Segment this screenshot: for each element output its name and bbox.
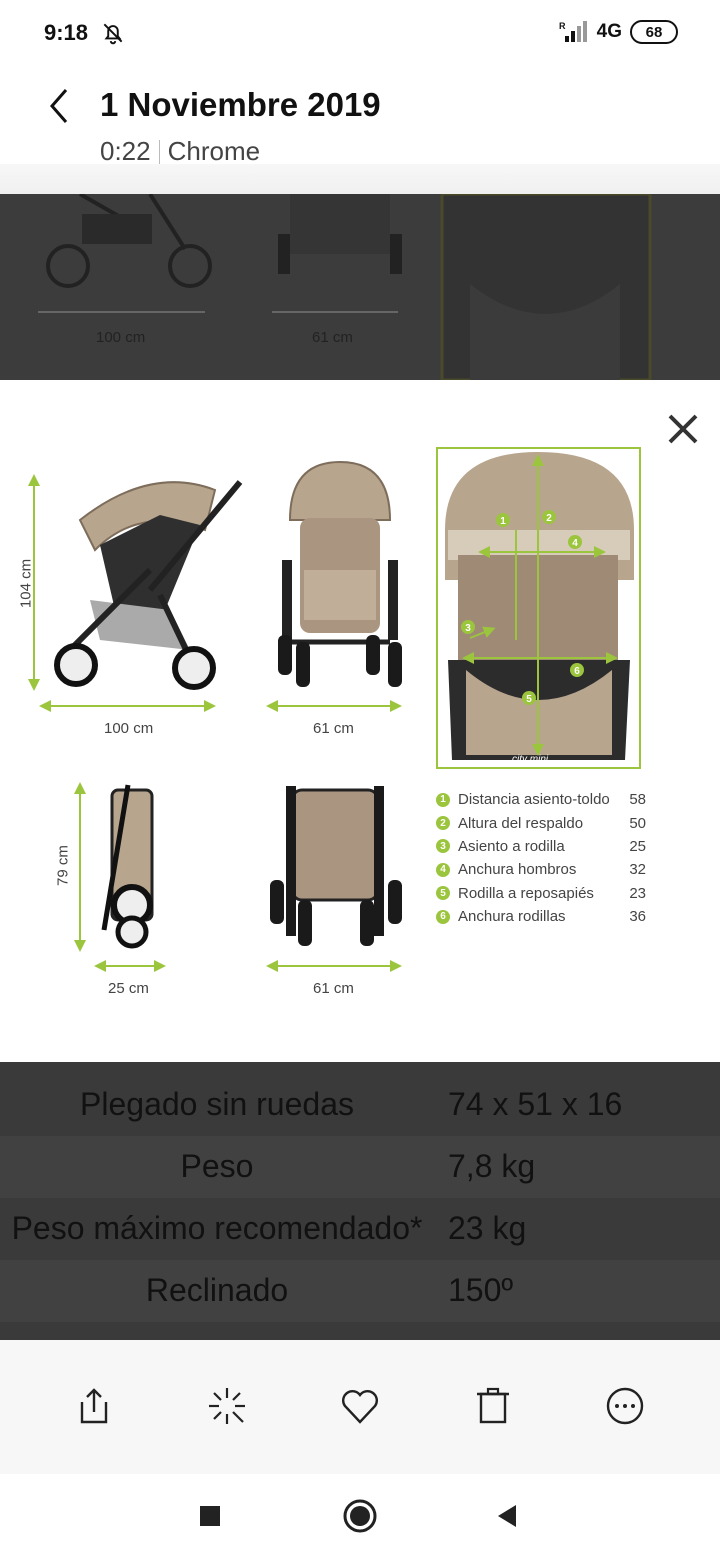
legend-label: Anchura hombros [458,861,577,879]
page-subtitle: 0:22 Chrome [100,136,260,167]
legend-value: 25 [629,837,646,855]
page-title: 1 Noviembre 2019 [100,86,381,123]
spec-row: Peso máximo recomendado* 23 kg [0,1198,720,1260]
spec-value: 74 x 51 x 16 [448,1086,623,1122]
length-unfolded-label: 100 cm [104,720,154,737]
spec-row: Peso 7,8 kg [0,1136,720,1198]
legend-value: 32 [629,861,646,879]
legend-number: 5 [436,886,450,901]
back-triangle-icon[interactable] [488,1496,528,1536]
legend-value: 58 [629,791,646,809]
seat-detail-view: 1 2 3 4 5 6 city mini [436,447,641,769]
legend-number: 2 [436,816,450,831]
brand-logo: city mini [512,754,549,765]
stroller-folded-side-view [74,782,166,972]
battery-indicator: 68 [630,20,678,44]
action-bar [0,1340,720,1474]
legend-item: 2 Altura del respaldo 50 [436,811,646,834]
legend-label: Distancia asiento-toldo [458,791,610,809]
trash-icon[interactable] [471,1384,515,1428]
legend-item: 5 Rodilla a reposapiés 23 [436,882,646,905]
svg-text:6: 6 [574,666,580,677]
subtitle-divider [158,139,160,164]
background-page-top: 100 cm 61 cm [0,194,720,380]
legend-item: 4 Anchura hombros 32 [436,858,646,881]
legend-item: 3 Asiento a rodilla 25 [436,835,646,858]
legend-label: Rodilla a reposapiés [458,884,594,902]
svg-text:5: 5 [526,694,532,705]
more-icon[interactable] [603,1384,647,1428]
spec-label: Peso [180,1148,254,1184]
spec-label: Peso máximo recomendado* [11,1210,423,1246]
legend-item: 6 Anchura rodillas 36 [436,905,646,928]
bell-off-icon [103,23,123,45]
status-time: 9:18 [44,20,89,45]
svg-text:2: 2 [546,513,552,524]
signal-icon: R [559,21,587,42]
spec-label: Reclinado [145,1272,289,1308]
heart-icon[interactable] [338,1384,382,1428]
spec-value: 150º [448,1272,514,1308]
width-front-label: 61 cm [313,720,354,737]
background-spec-table: Plegado sin ruedas 74 x 51 x 16 Peso 7,8… [0,1062,720,1340]
legend-number: 4 [436,862,450,877]
spec-label: Plegado sin ruedas [80,1086,354,1122]
stroller-front-view [266,460,402,712]
spec-value: 23 kg [448,1210,527,1246]
legend-value: 23 [629,884,646,902]
recents-square-icon[interactable] [190,1496,230,1536]
svg-text:4: 4 [572,538,578,549]
height-folded-label: 79 cm [54,845,72,886]
viewer-header: 1 Noviembre 2019 0:22 Chrome [0,68,720,194]
svg-text:R: R [559,21,566,31]
height-unfolded-label: 104 cm [17,558,35,609]
legend-label: Asiento a rodilla [458,837,565,855]
background-stroller-images: 100 cm 61 cm [38,194,652,380]
legend-item: 1 Distancia asiento-toldo 58 [436,788,646,811]
status-bar: 9:18 R 4G 68 [0,0,720,68]
background-width-label: 61 cm [312,329,353,346]
svg-text:1: 1 [500,516,506,527]
stroller-dimensions-image: 1 2 3 4 5 6 city mini 104 cm 100 cm 61 c… [0,380,720,1062]
legend-value: 50 [629,814,646,832]
legend-value: 36 [629,908,646,926]
measurement-legend: 1 Distancia asiento-toldo 58 2 Altura de… [436,788,646,928]
width-folded-label: 61 cm [313,980,354,997]
system-nav-bar [0,1474,720,1560]
spec-value: 7,8 kg [448,1148,536,1184]
legend-number: 1 [436,792,450,807]
spec-row: Reclinado 150º [0,1260,720,1322]
stroller-side-view [28,474,243,712]
stroller-folded-front-view [266,786,402,972]
network-type: 4G [596,21,622,42]
legend-label: Altura del respaldo [458,814,584,832]
legend-number: 3 [436,839,450,854]
legend-label: Anchura rodillas [458,908,566,926]
depth-folded-label: 25 cm [108,980,149,997]
edit-effects-icon[interactable] [205,1384,249,1428]
video-duration: 0:22 [100,136,151,166]
source-app: Chrome [167,136,261,166]
home-circle-icon[interactable] [340,1496,380,1536]
svg-text:3: 3 [465,623,471,634]
back-arrow-icon[interactable] [40,86,80,126]
background-length-label: 100 cm [96,329,145,346]
header-background-ghost [0,164,720,194]
spec-row: Plegado sin ruedas 74 x 51 x 16 [0,1074,720,1136]
legend-number: 6 [436,909,450,924]
share-icon[interactable] [72,1384,116,1428]
